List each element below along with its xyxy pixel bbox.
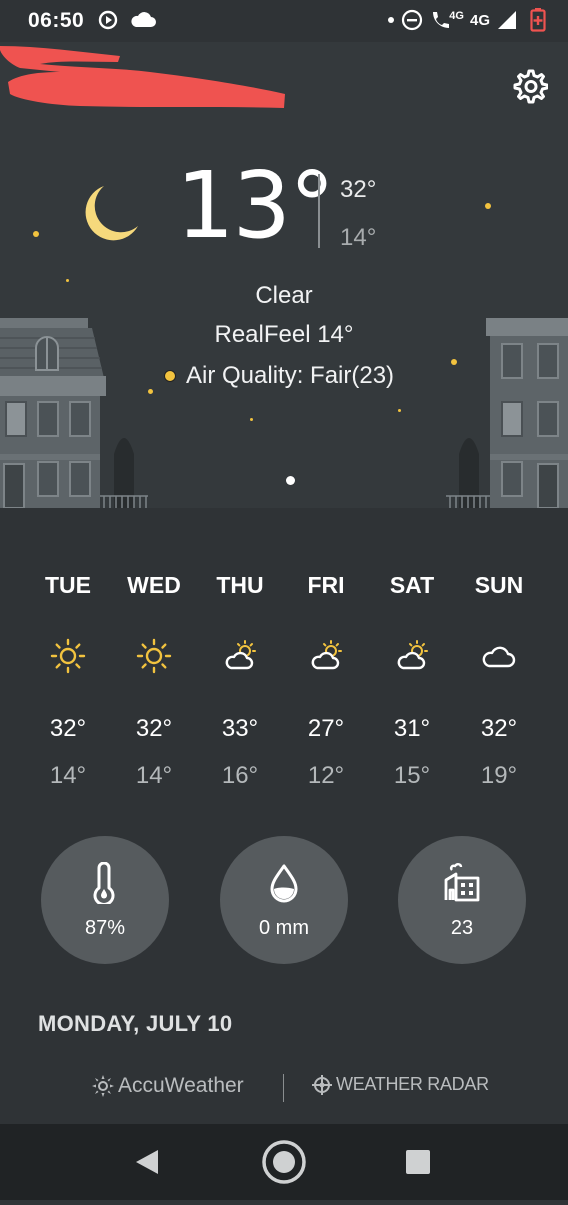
forecast-high: 31° [393, 715, 431, 742]
forecast-low: 15° [393, 762, 431, 789]
forecast-day-name: SUN [474, 572, 524, 598]
partly-cloudy-icon [225, 640, 256, 670]
sun-icon [136, 638, 172, 674]
status-time: 06:50 [28, 9, 85, 32]
partly-cloudy-icon [311, 640, 342, 670]
forecast-low: 14° [49, 762, 87, 789]
back-button[interactable] [108, 1124, 188, 1200]
forecast-day-name: FRI [307, 572, 345, 598]
recents-square-icon [406, 1150, 430, 1174]
partly-cloudy-icon [397, 640, 428, 670]
sun-icon [50, 638, 86, 674]
forecast-low: 16° [221, 762, 259, 789]
dot-icon [388, 17, 395, 23]
accuweather-link[interactable]: AccuWeather [92, 1074, 244, 1098]
precipitation-circle[interactable]: 0 mm [220, 836, 348, 964]
recents-button[interactable] [378, 1124, 458, 1200]
status-bar: 06:50 4G 4G [0, 0, 568, 42]
water-drop-icon [270, 864, 298, 903]
accuweather-sun-icon [92, 1075, 114, 1097]
network-type-label-2: 4G [469, 11, 490, 29]
home-button[interactable] [244, 1124, 324, 1200]
footer-divider [283, 1074, 284, 1102]
status-right-icons: 4G 4G [387, 8, 546, 32]
signal-icon [498, 11, 516, 29]
status-left-icons [98, 10, 156, 30]
battery-icon [530, 8, 546, 32]
forecast-low: 19° [480, 762, 518, 789]
air-quality-value: 23 [450, 917, 474, 939]
cloud-icon [482, 646, 516, 668]
houses-illustration [0, 318, 568, 508]
forecast-low: 12° [307, 762, 345, 789]
forecast-day-name: SAT [389, 572, 435, 598]
current-weather-hero: 13° 32° 14° Clear RealFeel 14° Air Quali… [0, 42, 568, 508]
media-play-icon [98, 10, 118, 30]
network-type-label: 4G [449, 10, 464, 22]
volte-call-icon [433, 12, 450, 28]
forecast-day-name: TUE [45, 572, 91, 598]
forecast-high: 32° [135, 715, 173, 742]
page-indicator-dot [286, 476, 295, 485]
weather-radar-link[interactable]: WEATHER RADAR [312, 1074, 489, 1095]
humidity-circle[interactable]: 87% [41, 836, 169, 964]
cloud-icon [131, 12, 156, 27]
forecast-high: 32° [480, 715, 518, 742]
humidity-value: 87% [84, 917, 126, 939]
date-heading: MONDAY, JULY 10 [38, 1011, 233, 1036]
factory-icon [444, 863, 480, 902]
precipitation-value: 0 mm [259, 917, 309, 939]
back-triangle-icon [136, 1150, 158, 1174]
forecast-high: 33° [221, 715, 259, 742]
humidity-thermometer-icon [93, 862, 115, 904]
forecast-day-name: WED [127, 572, 181, 598]
do-not-disturb-icon [402, 9, 423, 31]
air-quality-circle[interactable]: 23 [398, 836, 526, 964]
forecast-high: 32° [49, 715, 87, 742]
forecast-high: 27° [307, 715, 345, 742]
radar-crosshair-icon [312, 1074, 332, 1095]
home-circle-icon [262, 1140, 306, 1184]
footer: AccuWeather WEATHER RADAR [0, 1058, 568, 1124]
system-navigation-bar [0, 1124, 568, 1200]
forecast-day-name: THU [216, 572, 264, 598]
forecast-low: 14° [135, 762, 173, 789]
weather-radar-label: WEATHER RADAR [336, 1074, 489, 1094]
accuweather-label: AccuWeather [118, 1074, 244, 1097]
